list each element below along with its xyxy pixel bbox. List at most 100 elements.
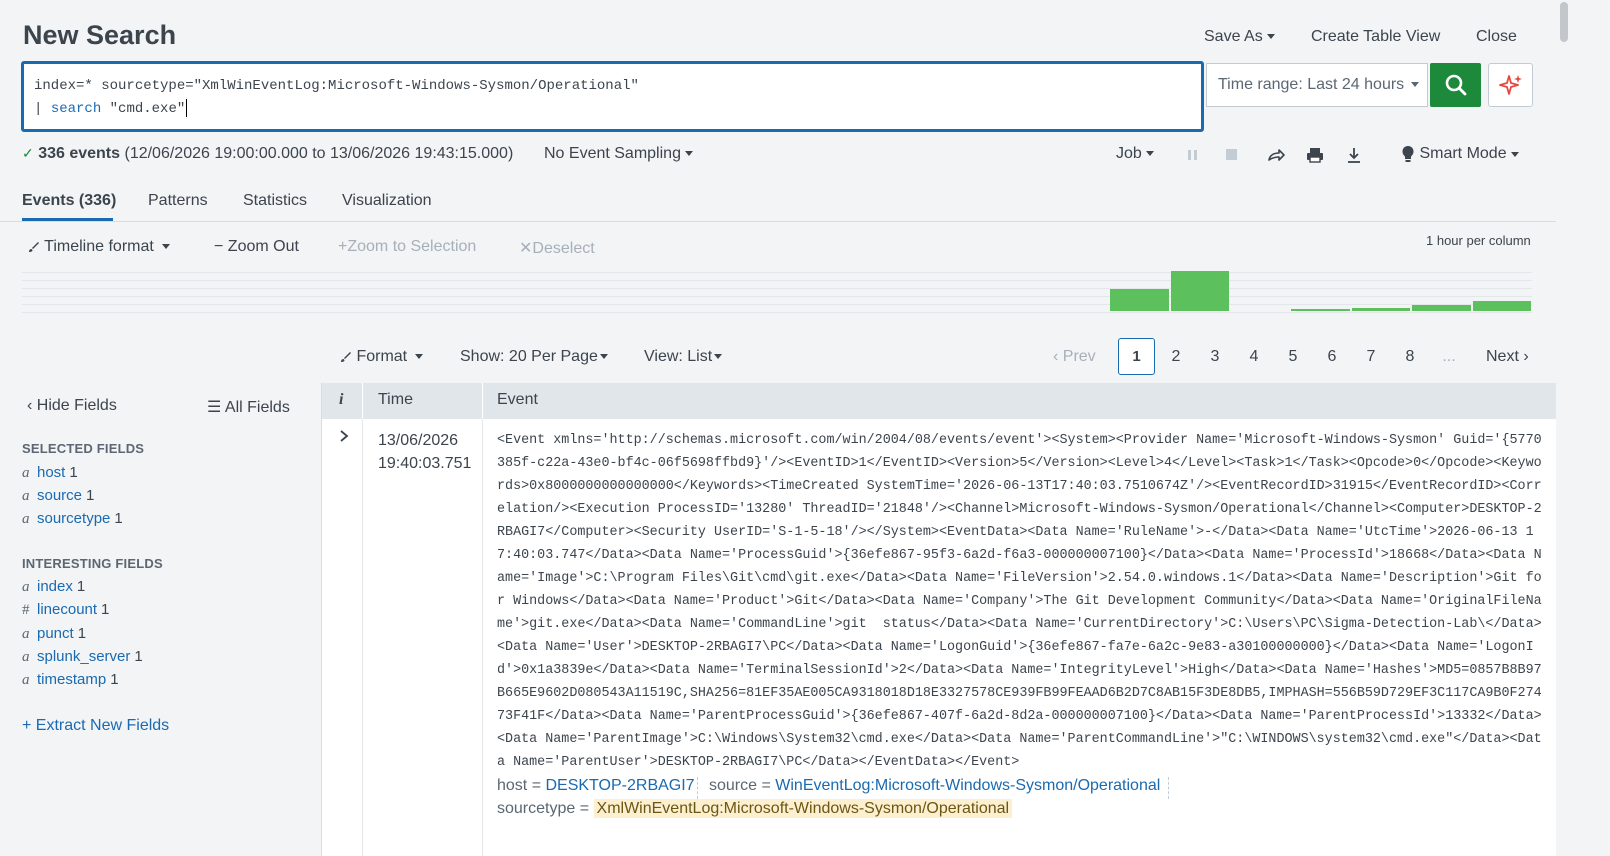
page-button-2[interactable]: 2 xyxy=(1166,348,1186,366)
field-item-host[interactable]: a host 1 xyxy=(22,464,78,482)
field-item-linecount[interactable]: # linecount 1 xyxy=(22,601,109,619)
plus-icon: + xyxy=(22,717,36,734)
page-button-3[interactable]: 3 xyxy=(1205,348,1225,366)
event-column-header: Event xyxy=(497,391,538,408)
save-as-menu[interactable]: Save As xyxy=(1204,28,1275,46)
page-button-5[interactable]: 5 xyxy=(1283,348,1303,366)
host-value-link[interactable]: DESKTOP-2RBAGI7 xyxy=(545,777,694,794)
event-field-sourcetype: sourcetype = XmlWinEventLog:Microsoft-Wi… xyxy=(497,799,1013,818)
extract-new-fields-link[interactable]: + Extract New Fields xyxy=(22,717,169,735)
deselect-button[interactable]: ✕Deselect xyxy=(519,238,595,258)
tab-patterns[interactable]: Patterns xyxy=(148,192,208,210)
field-count: 1 xyxy=(77,625,87,642)
page-button-7[interactable]: 7 xyxy=(1361,348,1381,366)
field-count: 1 xyxy=(69,464,78,481)
query-command: search xyxy=(50,101,102,117)
tab-statistics[interactable]: Statistics xyxy=(243,192,307,210)
timeline-bar[interactable] xyxy=(1110,289,1169,311)
fields-sidebar: ‹ Hide Fields ☰ All Fields SELECTED FIEL… xyxy=(0,383,322,856)
chevron-down-icon xyxy=(1510,151,1519,157)
timeline-gridline xyxy=(22,304,1532,305)
chevron-down-icon xyxy=(684,151,693,157)
events-table: i Time Event 13/06/2026 19:40:03.751 <Ev… xyxy=(322,383,1556,856)
timeline-bar[interactable] xyxy=(1412,305,1471,311)
query-argument: "cmd.exe" xyxy=(101,101,186,117)
next-page-button[interactable]: Next › xyxy=(1486,348,1529,366)
field-item-timestamp[interactable]: a timestamp 1 xyxy=(22,671,119,689)
per-page-menu[interactable]: Show: 20 Per Page xyxy=(460,348,608,366)
field-count: 1 xyxy=(76,578,86,595)
share-icon[interactable] xyxy=(1265,144,1287,166)
field-item-index[interactable]: a index 1 xyxy=(22,578,85,596)
format-menu[interactable]: Format xyxy=(340,348,424,366)
print-icon[interactable] xyxy=(1304,144,1326,166)
per-page-label: Show: 20 Per Page xyxy=(460,348,598,365)
timeline-gridline xyxy=(22,288,1532,289)
page-button-6[interactable]: 6 xyxy=(1322,348,1342,366)
table-header: i Time Event xyxy=(322,383,1556,419)
search-mode-menu[interactable]: Smart Mode xyxy=(1401,145,1519,163)
scrollbar-thumb[interactable] xyxy=(1560,2,1568,42)
field-key: host = xyxy=(497,777,542,794)
source-value-link[interactable]: WinEventLog:Microsoft-Windows-Sysmon/Ope… xyxy=(775,777,1160,794)
timeline-bar[interactable] xyxy=(1170,271,1229,311)
zoom-to-selection-button[interactable]: +Zoom to Selection xyxy=(338,238,476,256)
stop-icon[interactable] xyxy=(1221,144,1243,166)
page-button-8[interactable]: 8 xyxy=(1400,348,1420,366)
search-icon xyxy=(1445,74,1467,96)
timeline-bar[interactable] xyxy=(1472,301,1531,311)
page-button-1[interactable]: 1 xyxy=(1118,338,1155,375)
page-scrollbar[interactable] xyxy=(1556,0,1570,856)
job-menu[interactable]: Job xyxy=(1116,145,1154,163)
event-time: 19:40:03.751 xyxy=(378,455,472,472)
prev-label: Prev xyxy=(1062,348,1096,365)
chevron-right-icon: › xyxy=(1518,348,1529,365)
all-fields-button[interactable]: ☰ All Fields xyxy=(207,397,290,417)
event-count: 336 events xyxy=(38,145,121,162)
ai-assistant-button[interactable] xyxy=(1488,63,1533,107)
timeline-gridline xyxy=(22,280,1532,281)
string-type-icon: a xyxy=(22,626,30,642)
hide-fields-button[interactable]: ‹ Hide Fields xyxy=(27,397,117,415)
pause-icon[interactable] xyxy=(1182,144,1204,166)
deselect-label: Deselect xyxy=(532,240,595,257)
timeline-bar[interactable] xyxy=(1291,309,1350,311)
query-line-2: | search "cmd.exe" xyxy=(34,98,1191,121)
field-item-sourcetype[interactable]: a sourcetype 1 xyxy=(22,510,123,528)
text-cursor xyxy=(186,99,188,118)
search-query-editor[interactable]: index=* sourcetype="XmlWinEventLog:Micro… xyxy=(21,61,1204,132)
timeline-chart[interactable] xyxy=(22,270,1532,314)
tab-events[interactable]: Events (336) xyxy=(22,192,116,210)
create-table-view-link[interactable]: Create Table View xyxy=(1311,28,1440,46)
view-menu[interactable]: View: List xyxy=(644,348,723,366)
string-type-icon: a xyxy=(22,649,30,665)
field-item-source[interactable]: a source 1 xyxy=(22,487,94,505)
tab-visualization[interactable]: Visualization xyxy=(342,192,432,210)
time-column-header[interactable]: Time xyxy=(378,391,413,409)
time-range-picker[interactable]: Time range: Last 24 hours xyxy=(1206,63,1428,107)
minus-icon: − xyxy=(214,238,228,255)
expand-event-icon[interactable] xyxy=(338,429,350,443)
export-icon[interactable] xyxy=(1343,144,1365,166)
timeline-bar[interactable] xyxy=(1351,308,1411,311)
save-as-label: Save As xyxy=(1204,28,1263,45)
event-sampling-menu[interactable]: No Event Sampling xyxy=(544,145,693,163)
field-item-splunk-server[interactable]: a splunk_server 1 xyxy=(22,648,143,666)
next-label: Next xyxy=(1486,348,1519,365)
hide-fields-label: Hide Fields xyxy=(36,397,117,414)
timeline-gridline xyxy=(22,272,1532,273)
timeline-format-menu[interactable]: Timeline format xyxy=(28,238,170,256)
zoom-out-button[interactable]: − Zoom Out xyxy=(214,238,299,256)
search-button[interactable] xyxy=(1430,63,1481,107)
prev-page-button[interactable]: ‹ Prev xyxy=(1053,348,1096,366)
close-link[interactable]: Close xyxy=(1476,28,1517,46)
timeline-gridline xyxy=(22,312,1532,313)
sourcetype-value-link[interactable]: XmlWinEventLog:Microsoft-Windows-Sysmon/… xyxy=(593,799,1013,818)
field-item-punct[interactable]: a punct 1 xyxy=(22,625,86,643)
chevron-down-icon xyxy=(714,354,723,360)
field-count: 1 xyxy=(101,601,110,618)
page-button-4[interactable]: 4 xyxy=(1244,348,1264,366)
field-name: linecount xyxy=(37,601,98,618)
field-separator xyxy=(1168,777,1169,799)
field-name: splunk_server xyxy=(37,648,131,665)
